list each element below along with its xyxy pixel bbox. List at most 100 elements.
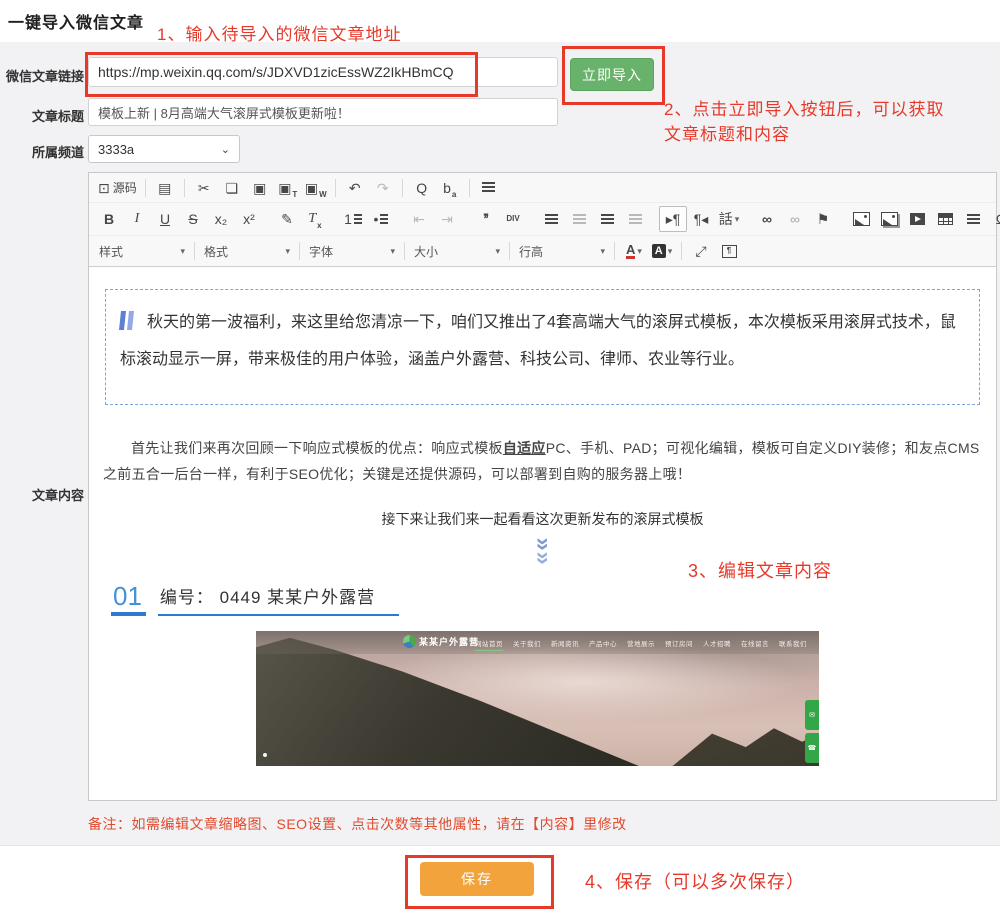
- paste-button[interactable]: ▣: [246, 175, 274, 201]
- bold-button[interactable]: B: [95, 206, 123, 232]
- editor-toolbar-row1: ⊡源码 ▤ ✂❏▣▣T▣W ↶ ↷ Qba: [89, 173, 996, 203]
- remove-format-button[interactable]: Tx: [301, 206, 329, 232]
- align-left-button[interactable]: [537, 206, 565, 232]
- title-field-label: 文章标题: [0, 106, 84, 125]
- source-icon: ⊡: [98, 181, 110, 195]
- decrease-indent-icon: ⇤: [413, 212, 425, 226]
- toolbar-separator: [681, 242, 682, 260]
- content-field-label: 文章内容: [0, 485, 84, 504]
- background-color-icon: A: [652, 244, 666, 258]
- table-button[interactable]: [931, 206, 959, 232]
- size-dropdown[interactable]: 大小▾: [410, 239, 504, 263]
- toolbar-separator: [184, 179, 185, 197]
- bulleted-list-button[interactable]: •: [367, 206, 395, 232]
- contact-widget-icon: ✉: [805, 700, 819, 730]
- paste-from-word-button[interactable]: ▣W: [302, 175, 330, 201]
- copy-formatting-button[interactable]: ✎: [273, 206, 301, 232]
- cut-button[interactable]: ✂: [190, 175, 218, 201]
- language-button[interactable]: 話▾: [715, 206, 743, 232]
- subscript-icon: x₂: [215, 212, 227, 226]
- import-form-panel: 微信文章链接 立即导入 2、点击立即导入按钮后，可以获取文章标题和内容 文章标题…: [0, 42, 1000, 846]
- paste-plain-text-icon-sub: T: [292, 190, 297, 200]
- italic-icon: I: [135, 212, 140, 226]
- rich-text-editor: ⊡源码▤✂❏▣▣T▣W↶↷Qba BIUSx₂x²✎Tx1•⇤⇥’’DIV▸¶¶…: [88, 172, 997, 801]
- italic-button[interactable]: I: [123, 206, 151, 232]
- editor-content-area[interactable]: 秋天的第一波福利，来这里给您清凉一下，咱们又推出了4套高端大气的滚屏式模板，本次…: [89, 267, 996, 800]
- show-blocks-button[interactable]: [715, 238, 743, 264]
- chevron-down-icon: ▾: [495, 246, 500, 257]
- preview-site-logo: 某某户外露营: [403, 635, 479, 648]
- special-character-button[interactable]: Ω: [987, 206, 1000, 232]
- quote-text: 秋天的第一波福利，来这里给您清凉一下，咱们又推出了4套高端大气的滚屏式模板，本次…: [120, 314, 956, 368]
- article-title-input[interactable]: [88, 98, 558, 126]
- div-container-button[interactable]: DIV: [499, 206, 527, 232]
- text-color-button[interactable]: A▾: [620, 238, 648, 264]
- paste-plain-text-button[interactable]: ▣T: [274, 175, 302, 201]
- align-justify-icon: [629, 214, 642, 225]
- source-label: 源码: [113, 179, 137, 196]
- preview-nav-item: 新闻资讯: [551, 638, 579, 651]
- maximize-button[interactable]: ⤢: [687, 238, 715, 264]
- editor-toolbar-row2: BIUSx₂x²✎Tx1•⇤⇥’’DIV▸¶¶◂話▾∞∞⚑Ω: [89, 203, 996, 236]
- video-button[interactable]: [903, 206, 931, 232]
- select-all-icon: [482, 182, 495, 193]
- channel-field-label: 所属频道: [0, 142, 84, 161]
- save-button[interactable]: 保存: [420, 862, 534, 896]
- align-right-icon: [601, 214, 614, 225]
- template-preview-image[interactable]: 某某户外露营 网站首页关于我们新闻资讯产品中心营地展示预订房间人才招聘在线留言联…: [256, 631, 819, 766]
- show-blocks-icon: [722, 245, 737, 258]
- strikethrough-button[interactable]: S: [179, 206, 207, 232]
- editor-toolbar-row3: 样式▾格式▾字体▾大小▾行高▾A▾A▾⤢: [89, 236, 996, 267]
- font-dropdown[interactable]: 字体▾: [305, 239, 399, 263]
- find-button[interactable]: Q: [408, 175, 436, 201]
- superscript-icon: x²: [243, 212, 255, 226]
- logo-icon: [403, 635, 416, 648]
- subscript-button[interactable]: x₂: [207, 206, 235, 232]
- import-now-button[interactable]: 立即导入: [570, 58, 654, 91]
- channel-select[interactable]: 3333a ⌄: [88, 135, 240, 163]
- preview-float-buttons: ✉ ☎: [805, 700, 819, 763]
- styles-dropdown[interactable]: 样式▾: [95, 239, 189, 263]
- preview-nav-item: 预订房间: [665, 638, 693, 651]
- preview-nav-item: 在线留言: [741, 638, 769, 651]
- chevron-down-icon: ▾: [735, 214, 740, 225]
- align-justify-button: [621, 206, 649, 232]
- line-height-dropdown[interactable]: 行高▾: [515, 239, 609, 263]
- undo-icon: ↶: [349, 181, 361, 195]
- wechat-link-input[interactable]: [88, 57, 558, 87]
- anchor-button[interactable]: ⚑: [809, 206, 837, 232]
- unlink-button: ∞: [781, 206, 809, 232]
- format-dropdown[interactable]: 格式▾: [200, 239, 294, 263]
- toolbar-separator: [299, 242, 300, 260]
- superscript-button[interactable]: x²: [235, 206, 263, 232]
- undo-button[interactable]: ↶: [341, 175, 369, 201]
- link-button[interactable]: ∞: [753, 206, 781, 232]
- image-gallery-icon: [881, 212, 898, 226]
- quote-bar-icon: [119, 311, 126, 330]
- link-icon: ∞: [762, 212, 772, 226]
- blockquote-button[interactable]: ’’: [471, 206, 499, 232]
- select-all-button[interactable]: [475, 175, 503, 201]
- new-page-button[interactable]: ▤: [151, 175, 179, 201]
- redo-icon: ↷: [377, 181, 389, 195]
- image-icon: [853, 212, 870, 226]
- image-button[interactable]: [847, 206, 875, 232]
- replace-button[interactable]: ba: [436, 175, 464, 201]
- source-button[interactable]: ⊡源码: [95, 175, 140, 201]
- new-page-icon: ▤: [158, 181, 171, 195]
- image-gallery-button[interactable]: [875, 206, 903, 232]
- align-right-button[interactable]: [593, 206, 621, 232]
- text-direction-rtl-button[interactable]: ¶◂: [687, 206, 715, 232]
- horizontal-rule-icon: [967, 214, 980, 225]
- video-icon: [910, 213, 925, 225]
- numbered-list-button[interactable]: 1: [339, 206, 367, 232]
- background-color-button[interactable]: A▾: [648, 238, 676, 264]
- copy-button[interactable]: ❏: [218, 175, 246, 201]
- bold-icon: B: [104, 212, 114, 226]
- language-icon: 話: [719, 212, 733, 226]
- toolbar-separator: [509, 242, 510, 260]
- unlink-icon: ∞: [790, 212, 800, 226]
- horizontal-rule-button[interactable]: [959, 206, 987, 232]
- underline-button[interactable]: U: [151, 206, 179, 232]
- text-direction-ltr-button[interactable]: ▸¶: [659, 206, 687, 232]
